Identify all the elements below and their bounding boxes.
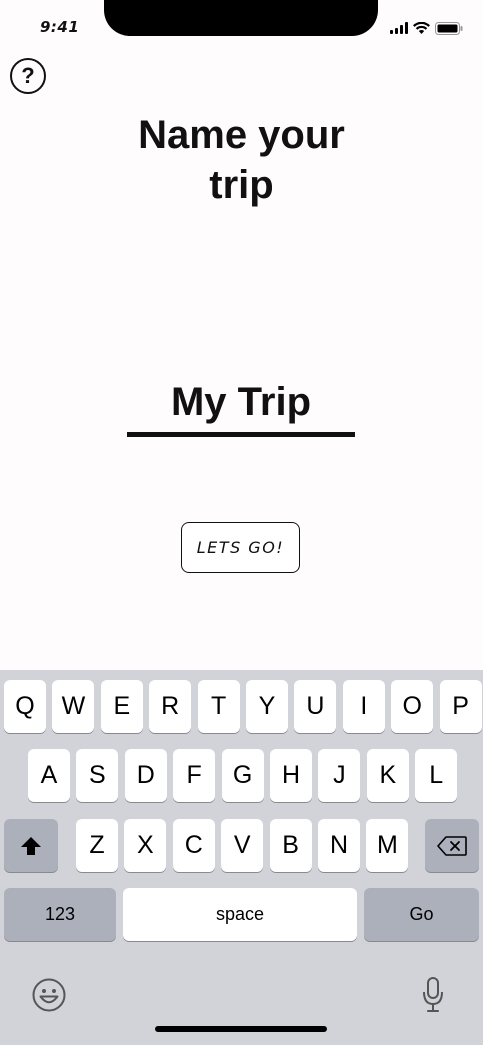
home-indicator xyxy=(155,1026,327,1032)
shift-key[interactable] xyxy=(4,819,58,872)
key-z[interactable]: Z xyxy=(76,819,118,872)
key-f[interactable]: F xyxy=(173,749,216,802)
key-k[interactable]: K xyxy=(366,749,409,802)
key-v[interactable]: V xyxy=(221,819,264,872)
key-e[interactable]: E xyxy=(100,680,143,733)
status-bar: 9:41 xyxy=(0,0,483,52)
key-n[interactable]: N xyxy=(318,819,360,872)
key-l[interactable]: L xyxy=(415,749,458,802)
keyboard: QWERTYUIOP ASDFGHJKL ZXCVBNM 123 space G… xyxy=(0,670,483,1045)
key-i[interactable]: I xyxy=(342,680,385,733)
key-p[interactable]: P xyxy=(439,680,482,733)
key-b[interactable]: B xyxy=(269,819,312,872)
wifi-icon xyxy=(413,22,430,34)
space-key[interactable]: space xyxy=(123,888,357,941)
key-j[interactable]: J xyxy=(318,749,361,802)
key-c[interactable]: C xyxy=(172,819,215,872)
numbers-key[interactable]: 123 xyxy=(4,888,116,941)
key-d[interactable]: D xyxy=(124,749,167,802)
key-o[interactable]: O xyxy=(391,680,434,733)
battery-icon xyxy=(435,21,463,35)
status-time: 9:41 xyxy=(40,18,80,36)
key-g[interactable]: G xyxy=(221,749,264,802)
title-line-2: trip xyxy=(209,163,274,207)
status-icons xyxy=(390,20,463,36)
help-button[interactable]: ? xyxy=(10,58,46,94)
key-h[interactable]: H xyxy=(270,749,312,802)
key-q[interactable]: Q xyxy=(4,680,46,733)
backspace-icon xyxy=(437,835,467,856)
key-y[interactable]: Y xyxy=(246,680,288,733)
title-line-1: Name your xyxy=(138,113,345,157)
key-u[interactable]: U xyxy=(294,680,337,733)
lets-go-button[interactable]: LETS GO! xyxy=(181,522,300,573)
backspace-key[interactable] xyxy=(425,819,479,872)
page-title: Name your trip xyxy=(0,110,483,210)
key-x[interactable]: X xyxy=(124,819,167,872)
go-key[interactable]: Go xyxy=(364,888,479,941)
key-w[interactable]: W xyxy=(52,680,95,733)
microphone-icon xyxy=(423,977,443,1012)
key-s[interactable]: S xyxy=(76,749,119,802)
emoji-button[interactable] xyxy=(32,978,66,1012)
shift-icon xyxy=(21,836,41,855)
microphone-button[interactable] xyxy=(422,976,444,1014)
cellular-signal-icon xyxy=(390,22,408,34)
key-t[interactable]: T xyxy=(197,680,240,733)
notch xyxy=(104,0,378,36)
emoji-icon xyxy=(32,978,66,1012)
key-r[interactable]: R xyxy=(149,680,192,733)
help-icon: ? xyxy=(21,63,35,88)
key-a[interactable]: A xyxy=(28,749,70,802)
trip-name-input[interactable] xyxy=(127,372,355,437)
key-m[interactable]: M xyxy=(366,819,409,872)
